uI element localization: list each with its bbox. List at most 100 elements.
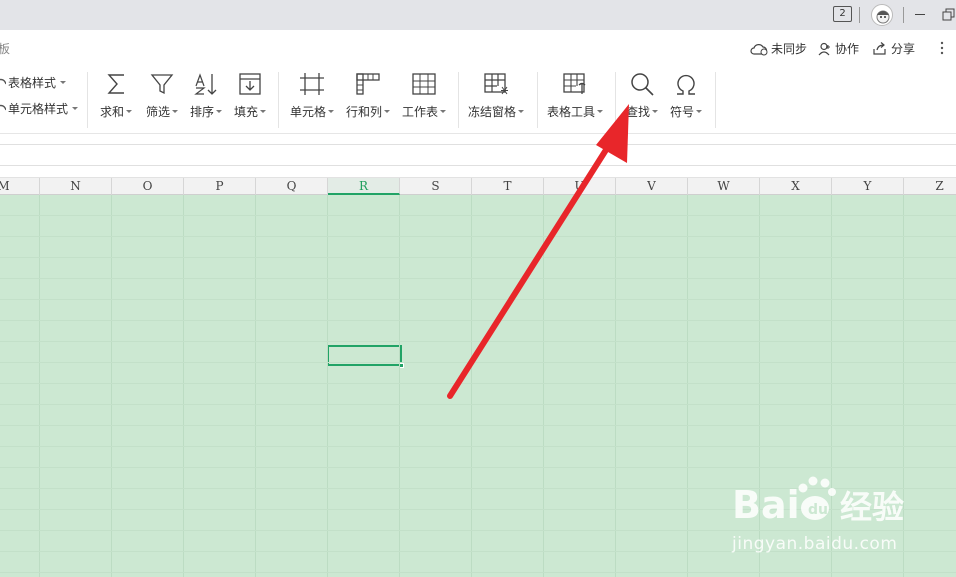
ribbon-divider bbox=[458, 72, 459, 128]
table-style-button[interactable]: 表格样式 bbox=[0, 74, 67, 91]
svg-text:du: du bbox=[808, 502, 828, 518]
worksheet-icon bbox=[412, 73, 436, 95]
ribbon-divider bbox=[615, 72, 616, 128]
column-header-q[interactable]: Q bbox=[256, 178, 328, 195]
watermark-url: jingyan.baidu.com bbox=[732, 534, 898, 554]
column-header-w[interactable]: W bbox=[688, 178, 760, 195]
cell-button[interactable]: 单元格 bbox=[290, 70, 335, 126]
sort-button[interactable]: 排序 bbox=[190, 70, 223, 126]
formula-input[interactable] bbox=[0, 144, 956, 166]
avatar[interactable] bbox=[871, 4, 893, 26]
paint-icon bbox=[0, 78, 6, 84]
freeze-icon bbox=[484, 73, 508, 95]
table-tools-icon bbox=[563, 73, 586, 94]
fill-label: 填充 bbox=[234, 105, 259, 119]
fill-button[interactable]: 填充 bbox=[234, 70, 267, 126]
cell-label: 单元格 bbox=[290, 105, 327, 119]
sheet-button[interactable]: 工作表 bbox=[402, 70, 447, 126]
grid-column-line bbox=[615, 195, 616, 577]
user-icon bbox=[818, 42, 830, 55]
omega-icon bbox=[677, 74, 695, 95]
sheet-label: 工作表 bbox=[402, 105, 439, 119]
row-column-icon bbox=[356, 73, 380, 95]
svg-text:Bai: Bai bbox=[732, 483, 800, 527]
collab-button[interactable]: 协作 bbox=[818, 40, 859, 57]
ribbon-divider bbox=[87, 72, 88, 128]
sync-label: 未同步 bbox=[771, 42, 808, 56]
grid-column-line bbox=[327, 195, 328, 577]
grid-column-line bbox=[543, 195, 544, 577]
filter-label: 筛选 bbox=[146, 105, 171, 119]
ribbon-tab-row: 板 未同步 协作 分享 bbox=[0, 30, 956, 66]
find-button[interactable]: 查找 bbox=[626, 70, 659, 126]
search-icon bbox=[631, 73, 654, 96]
grid-row-line bbox=[0, 257, 956, 258]
sort-icon bbox=[194, 73, 217, 95]
collab-label: 协作 bbox=[835, 42, 860, 56]
cell-style-button[interactable]: 单元格样式 bbox=[0, 100, 79, 117]
tab-partial[interactable]: 板 bbox=[0, 40, 10, 57]
cloud-icon bbox=[750, 43, 768, 55]
column-header-s[interactable]: S bbox=[400, 178, 472, 195]
symbol-button[interactable]: 符号 bbox=[670, 70, 703, 126]
window-count-badge[interactable]: 2 bbox=[833, 6, 852, 22]
grid-row-line bbox=[0, 383, 956, 384]
column-header-y[interactable]: Y bbox=[832, 178, 904, 195]
column-header-p[interactable]: P bbox=[184, 178, 256, 195]
baidu-logo-icon: Bai du 经验 bbox=[732, 476, 904, 527]
sum-button[interactable]: 求和 bbox=[100, 70, 133, 126]
grid-column-line bbox=[471, 195, 472, 577]
column-header-u[interactable]: U bbox=[544, 178, 616, 195]
title-bar: 2 bbox=[0, 0, 956, 30]
share-icon bbox=[873, 41, 886, 55]
cell-icon bbox=[300, 73, 324, 95]
column-header-r[interactable]: R bbox=[328, 178, 400, 195]
grid-row-line bbox=[0, 341, 956, 342]
ribbon-divider bbox=[715, 72, 716, 128]
grid-row-line bbox=[0, 236, 956, 237]
column-header: MNOPQRSTUVWXYZ bbox=[0, 177, 956, 195]
ribbon-toolbar: 表格样式 单元格样式 求和 筛选 排序 填充 单元格 行和列 工作表 冻结窗格 … bbox=[0, 66, 956, 134]
table-tools-label: 表格工具 bbox=[547, 105, 596, 119]
share-button[interactable]: 分享 bbox=[872, 40, 915, 57]
table-tools-button[interactable]: 表格工具 bbox=[547, 70, 604, 126]
sum-label: 求和 bbox=[100, 105, 125, 119]
column-header-z[interactable]: Z bbox=[904, 178, 956, 195]
grid-row-line bbox=[0, 572, 956, 573]
grid-row-line bbox=[0, 299, 956, 300]
baidu-watermark: Bai du 经验 jingyan.baidu.com bbox=[730, 470, 930, 560]
restore-icon[interactable] bbox=[942, 8, 956, 22]
grid-column-line bbox=[687, 195, 688, 577]
grid-row-line bbox=[0, 446, 956, 447]
freeze-label: 冻结窗格 bbox=[468, 105, 517, 119]
grid-row-line bbox=[0, 278, 956, 279]
grid-column-line bbox=[399, 195, 400, 577]
grid-column-line bbox=[255, 195, 256, 577]
column-header-v[interactable]: V bbox=[616, 178, 688, 195]
svg-text:经验: 经验 bbox=[840, 488, 904, 526]
grid-row-line bbox=[0, 425, 956, 426]
grid-row-line bbox=[0, 320, 956, 321]
more-icon[interactable] bbox=[940, 40, 944, 56]
cell-style-label: 单元格样式 bbox=[8, 102, 69, 116]
minimize-icon[interactable] bbox=[915, 14, 925, 15]
freeze-panes-button[interactable]: 冻结窗格 bbox=[468, 70, 525, 126]
table-style-label: 表格样式 bbox=[8, 76, 57, 90]
column-header-m[interactable]: M bbox=[0, 178, 40, 195]
rowcol-button[interactable]: 行和列 bbox=[346, 70, 391, 126]
column-header-o[interactable]: O bbox=[112, 178, 184, 195]
grid-row-line bbox=[0, 362, 956, 363]
filter-button[interactable]: 筛选 bbox=[146, 70, 179, 126]
grid-row-line bbox=[0, 404, 956, 405]
grid-column-line bbox=[183, 195, 184, 577]
formula-bar bbox=[0, 134, 956, 168]
funnel-icon bbox=[150, 74, 174, 95]
grid-row-line bbox=[0, 467, 956, 468]
sync-button[interactable]: 未同步 bbox=[750, 40, 807, 57]
column-header-n[interactable]: N bbox=[40, 178, 112, 195]
rowcol-label: 行和列 bbox=[346, 105, 383, 119]
grid-column-line bbox=[39, 195, 40, 577]
column-header-x[interactable]: X bbox=[760, 178, 832, 195]
column-header-t[interactable]: T bbox=[472, 178, 544, 195]
grid-row-line bbox=[0, 215, 956, 216]
